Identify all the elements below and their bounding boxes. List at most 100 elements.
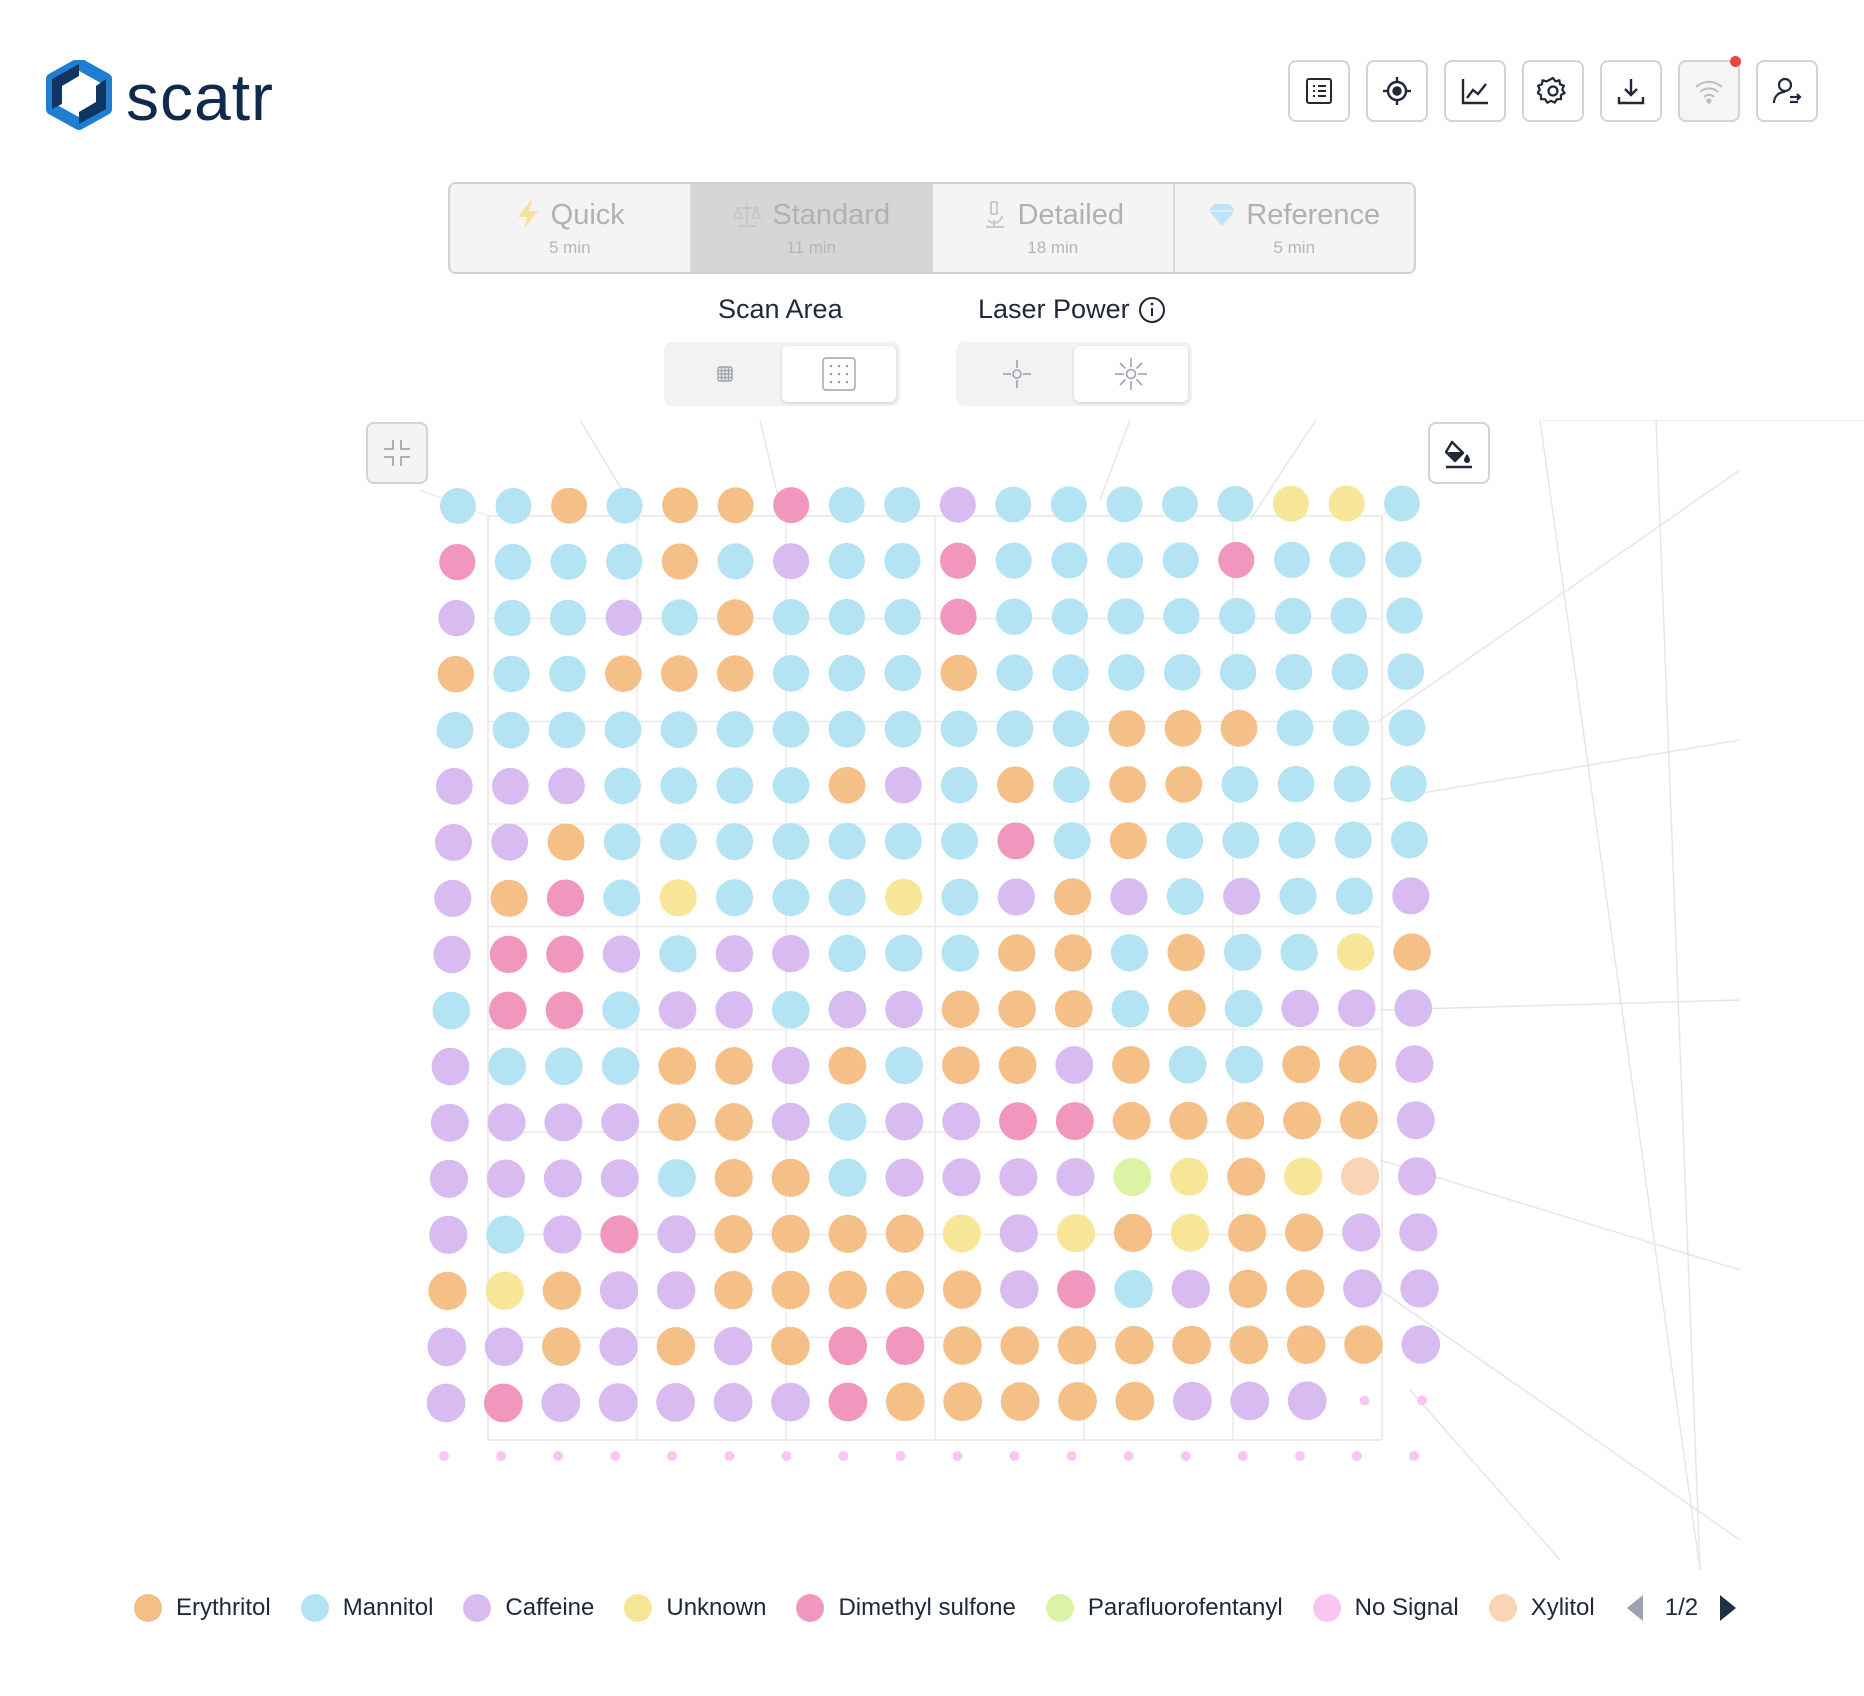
- scan-point[interactable]: [999, 1158, 1038, 1197]
- scan-point[interactable]: [485, 1271, 524, 1310]
- scan-point[interactable]: [604, 711, 642, 749]
- scan-point[interactable]: [1223, 933, 1262, 972]
- scan-point[interactable]: [838, 1451, 849, 1461]
- scan-point[interactable]: [828, 1102, 867, 1141]
- scan-point[interactable]: [1393, 933, 1431, 971]
- scan-point[interactable]: [772, 767, 810, 804]
- scan-point[interactable]: [549, 599, 587, 636]
- chevron-right-icon[interactable]: [1718, 1593, 1738, 1623]
- scan-point[interactable]: [1051, 542, 1088, 579]
- scan-point[interactable]: [772, 990, 810, 1029]
- scan-point[interactable]: [489, 935, 528, 974]
- scan-point[interactable]: [1051, 598, 1089, 635]
- scan-point[interactable]: [490, 879, 528, 917]
- scan-point[interactable]: [1163, 654, 1201, 691]
- scan-point[interactable]: [657, 1215, 696, 1254]
- scan-point[interactable]: [773, 487, 810, 524]
- scan-point[interactable]: [771, 1270, 810, 1310]
- scan-point[interactable]: [716, 711, 754, 748]
- scan-point[interactable]: [1220, 709, 1258, 747]
- scan-point[interactable]: [1165, 766, 1203, 803]
- scan-point[interactable]: [1385, 541, 1422, 578]
- scan-point[interactable]: [439, 1451, 449, 1461]
- scan-point[interactable]: [1171, 1269, 1211, 1309]
- scan-point[interactable]: [1055, 1046, 1094, 1084]
- scan-point[interactable]: [1066, 1451, 1077, 1461]
- scan-point[interactable]: [1225, 1045, 1264, 1084]
- scan-point[interactable]: [1055, 1102, 1094, 1141]
- scan-point[interactable]: [494, 543, 531, 581]
- scan-point[interactable]: [997, 822, 1035, 860]
- scan-point[interactable]: [940, 598, 977, 635]
- scan-point[interactable]: [1056, 1214, 1095, 1253]
- scan-point[interactable]: [1228, 1213, 1267, 1252]
- scan-point[interactable]: [771, 1158, 810, 1197]
- scan-point[interactable]: [1351, 1451, 1362, 1461]
- scan-point[interactable]: [1328, 485, 1365, 522]
- scan-point[interactable]: [1397, 1157, 1437, 1196]
- scan-point[interactable]: [553, 1451, 564, 1461]
- scan-point[interactable]: [715, 935, 754, 973]
- legend-item-caffeine[interactable]: Caffeine: [463, 1594, 594, 1622]
- scan-point[interactable]: [1285, 1213, 1324, 1252]
- info-icon[interactable]: [1138, 296, 1166, 324]
- scan-point[interactable]: [714, 1103, 753, 1141]
- scan-point[interactable]: [716, 767, 754, 804]
- scan-point[interactable]: [601, 1103, 640, 1142]
- scan-point[interactable]: [1329, 541, 1366, 578]
- color-fill-button[interactable]: [1428, 422, 1490, 484]
- scan-point[interactable]: [1284, 1157, 1323, 1196]
- scan-point[interactable]: [492, 767, 529, 805]
- scan-point[interactable]: [1294, 1451, 1305, 1461]
- scan-point[interactable]: [1391, 821, 1428, 859]
- scan-point[interactable]: [939, 486, 976, 523]
- scan-point[interactable]: [1170, 1213, 1210, 1252]
- scan-point[interactable]: [772, 711, 810, 748]
- mode-reference[interactable]: Reference 5 min: [1175, 184, 1415, 272]
- scan-point[interactable]: [941, 990, 980, 1028]
- scan-point[interactable]: [771, 1046, 810, 1085]
- scan-point[interactable]: [1278, 821, 1316, 859]
- scan-point[interactable]: [1276, 709, 1314, 747]
- scan-point[interactable]: [1115, 1325, 1154, 1365]
- scan-point[interactable]: [1228, 1269, 1268, 1309]
- scan-point[interactable]: [885, 1158, 924, 1197]
- scan-point[interactable]: [548, 767, 585, 805]
- scan-point[interactable]: [1172, 1325, 1211, 1365]
- scan-point[interactable]: [546, 935, 584, 973]
- scan-point[interactable]: [828, 542, 865, 580]
- scan-point[interactable]: [1286, 1325, 1326, 1364]
- scan-point[interactable]: [598, 1383, 638, 1422]
- scan-point[interactable]: [600, 1159, 639, 1198]
- scan-point[interactable]: [885, 934, 923, 972]
- scan-point[interactable]: [997, 878, 1035, 916]
- scan-point[interactable]: [884, 710, 922, 748]
- scan-point[interactable]: [1173, 1381, 1212, 1421]
- scan-point[interactable]: [1224, 989, 1263, 1028]
- scan-point[interactable]: [885, 990, 923, 1029]
- scan-point[interactable]: [599, 1271, 639, 1310]
- scan-point[interactable]: [1166, 822, 1204, 859]
- scan-point[interactable]: [717, 599, 754, 636]
- scan-point[interactable]: [1110, 934, 1149, 972]
- scan-point[interactable]: [659, 935, 697, 973]
- scan-point[interactable]: [1053, 822, 1091, 860]
- scan-point[interactable]: [716, 823, 754, 861]
- scan-point[interactable]: [658, 1103, 696, 1142]
- scan-point[interactable]: [940, 766, 978, 804]
- scan-point[interactable]: [433, 935, 471, 974]
- scan-point[interactable]: [1274, 597, 1312, 635]
- scan-point[interactable]: [542, 1271, 582, 1310]
- scan-point[interactable]: [995, 486, 1032, 523]
- scan-point[interactable]: [486, 1215, 525, 1254]
- scan-point[interactable]: [772, 599, 810, 636]
- scan-point[interactable]: [1283, 1101, 1322, 1140]
- scan-point[interactable]: [1123, 1451, 1134, 1461]
- scan-point[interactable]: [884, 542, 921, 580]
- scan-point[interactable]: [1395, 1045, 1434, 1083]
- scan-point[interactable]: [1114, 1269, 1153, 1309]
- scan-point[interactable]: [771, 1382, 810, 1422]
- scan-point[interactable]: [995, 598, 1033, 635]
- scan-point[interactable]: [1272, 485, 1309, 522]
- scan-point[interactable]: [551, 487, 588, 524]
